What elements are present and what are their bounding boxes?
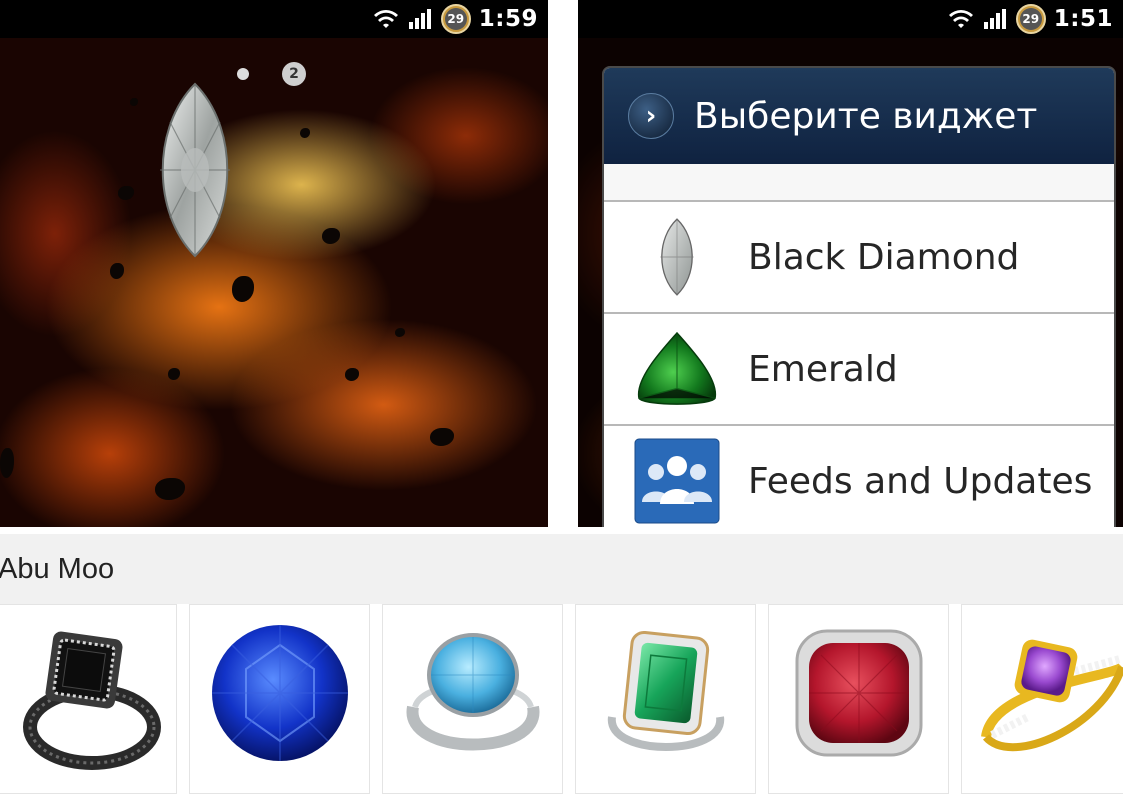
dialog-title: Выберите виджет: [694, 95, 1038, 137]
asteroid: [118, 186, 134, 200]
asteroid: [168, 368, 180, 380]
black-diamond-ring-icon: [22, 631, 161, 770]
store-listing-page: 29 1:59 2 29 1:51 › Выберите виджет Blac…: [0, 0, 1123, 794]
status-time: 1:51: [1053, 6, 1113, 32]
widget-item-label: Feeds and Updates: [748, 460, 1093, 502]
developer-name-link[interactable]: Abu Moo: [0, 553, 114, 586]
dialog-divider: [604, 164, 1114, 202]
ruby-ring-icon: [795, 629, 922, 757]
screenshot-widget-picker[interactable]: 29 1:51 › Выберите виджет Black Diamond: [578, 0, 1123, 527]
wifi-icon: [373, 10, 398, 28]
developer-section-header[interactable]: Abu Moo: [0, 534, 1123, 604]
signal-icon: [983, 9, 1006, 29]
emerald-icon: [632, 324, 722, 414]
feeds-updates-icon: [632, 436, 722, 526]
black-diamond-icon: [632, 212, 722, 302]
blue-sapphire-icon: [211, 625, 348, 761]
asteroid: [395, 328, 405, 337]
asteroid: [130, 98, 138, 106]
emerald-ring-icon: [607, 630, 724, 751]
battery-icon: 29: [1015, 4, 1046, 34]
widget-item-label: Emerald: [748, 348, 898, 390]
widget-item-label: Black Diamond: [748, 236, 1020, 278]
page-indicator-number: 2: [282, 62, 306, 86]
widget-picker-dialog: › Выберите виджет Black Diamond Emerald …: [604, 68, 1114, 527]
amethyst-ring-icon: [980, 639, 1123, 752]
battery-level: 29: [444, 8, 467, 30]
nebula-background: [0, 38, 548, 527]
chevron-right-icon: ›: [628, 93, 674, 139]
asteroid: [232, 276, 254, 302]
widget-item-black-diamond[interactable]: Black Diamond: [604, 202, 1114, 314]
widget-item-emerald[interactable]: Emerald: [604, 314, 1114, 426]
dialog-header: › Выберите виджет: [604, 68, 1114, 164]
battery-level: 29: [1019, 8, 1042, 30]
related-app-tile[interactable]: [768, 604, 949, 794]
aquamarine-ring-icon: [406, 633, 539, 751]
asteroid: [345, 368, 359, 381]
related-app-tile[interactable]: [0, 604, 177, 794]
battery-icon: 29: [440, 4, 471, 34]
related-app-tile[interactable]: [961, 604, 1123, 794]
wifi-icon: [948, 10, 973, 28]
asteroid: [300, 128, 310, 138]
asteroid: [322, 228, 340, 244]
widget-item-feeds-and-updates[interactable]: Feeds and Updates: [604, 426, 1114, 527]
related-app-tile[interactable]: [189, 604, 370, 794]
status-bar: 29 1:51: [578, 0, 1123, 38]
asteroid: [155, 478, 185, 500]
screenshot-live-wallpaper[interactable]: 29 1:59 2: [0, 0, 548, 527]
asteroid: [110, 263, 124, 279]
asteroid: [430, 428, 454, 446]
page-indicator-dot: [237, 68, 249, 80]
signal-icon: [408, 9, 431, 29]
status-time: 1:59: [478, 6, 538, 32]
related-apps-row: [0, 604, 1123, 794]
related-app-tile[interactable]: [382, 604, 563, 794]
status-bar: 29 1:59: [0, 0, 548, 38]
marquise-diamond-icon: [160, 82, 230, 258]
related-app-tile[interactable]: [575, 604, 756, 794]
asteroid: [0, 448, 14, 478]
